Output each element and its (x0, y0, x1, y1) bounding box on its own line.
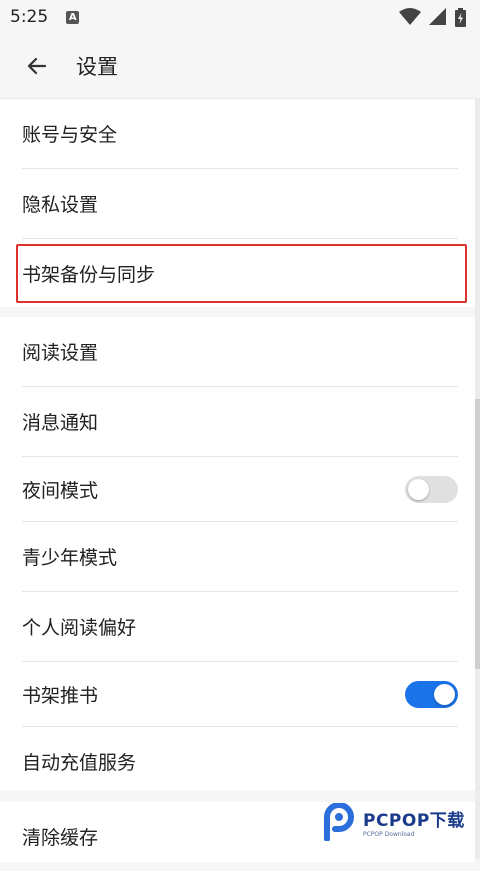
toggle-knob (434, 683, 455, 705)
back-button[interactable] (13, 42, 61, 90)
setting-teen-mode[interactable]: 青少年模式 (22, 522, 458, 592)
setting-account-security[interactable]: 账号与安全 (22, 99, 458, 169)
watermark-brand: PCPOP下载 (363, 811, 465, 831)
toggle-knob (408, 478, 429, 500)
settings-group-reading: 阅读设置 消息通知 夜间模式 青少年模式 个人阅读偏好 书架推书 自动充值服务 (0, 317, 475, 790)
setting-reading-preference[interactable]: 个人阅读偏好 (22, 592, 458, 662)
setting-reading[interactable]: 阅读设置 (22, 317, 458, 387)
setting-label: 夜间模式 (22, 479, 99, 502)
setting-night-mode: 夜间模式 (22, 457, 458, 522)
setting-notifications[interactable]: 消息通知 (22, 387, 458, 457)
setting-label: 消息通知 (22, 412, 99, 434)
watermark-text: PCPOP下载 PCPOP Download (363, 806, 465, 838)
setting-label: 青少年模式 (22, 547, 118, 569)
scrollbar-track[interactable] (475, 99, 480, 859)
status-bar: 5:25 A (0, 0, 480, 34)
arrow-left-icon (27, 57, 47, 75)
status-right (399, 7, 466, 27)
setting-label: 清除缓存 (22, 827, 99, 849)
status-time: 5:25 (10, 7, 49, 27)
setting-bookshelf-backup-sync[interactable]: 书架备份与同步 (22, 239, 458, 308)
watermark-logo: PCPOP下载 PCPOP Download (323, 800, 473, 844)
page-title: 设置 (76, 55, 118, 79)
watermark-sub: PCPOP Download (363, 831, 415, 838)
settings-group-account: 账号与安全 隐私设置 书架备份与同步 (0, 99, 475, 307)
scrollbar-thumb[interactable] (475, 399, 480, 669)
setting-label: 账号与安全 (22, 124, 118, 146)
setting-label: 阅读设置 (22, 342, 99, 364)
pcpop-logo-icon (324, 803, 354, 841)
battery-icon (455, 7, 466, 27)
wifi-icon (399, 8, 421, 25)
setting-bookshelf-recommend: 书架推书 (22, 662, 458, 727)
bookshelf-recommend-toggle[interactable] (405, 680, 458, 708)
notification-a-icon: A (66, 10, 80, 24)
signal-icon (429, 8, 446, 25)
setting-auto-recharge[interactable]: 自动充值服务 (22, 727, 458, 796)
toolbar: 设置 (0, 34, 480, 98)
setting-label: 自动充值服务 (22, 752, 137, 774)
setting-label: 个人阅读偏好 (22, 617, 137, 639)
night-mode-toggle[interactable] (405, 475, 458, 503)
setting-label: 隐私设置 (22, 194, 99, 216)
setting-label: 书架推书 (22, 684, 99, 707)
setting-label: 书架备份与同步 (22, 264, 156, 286)
status-left: 5:25 A (10, 7, 80, 27)
setting-privacy[interactable]: 隐私设置 (22, 169, 458, 239)
